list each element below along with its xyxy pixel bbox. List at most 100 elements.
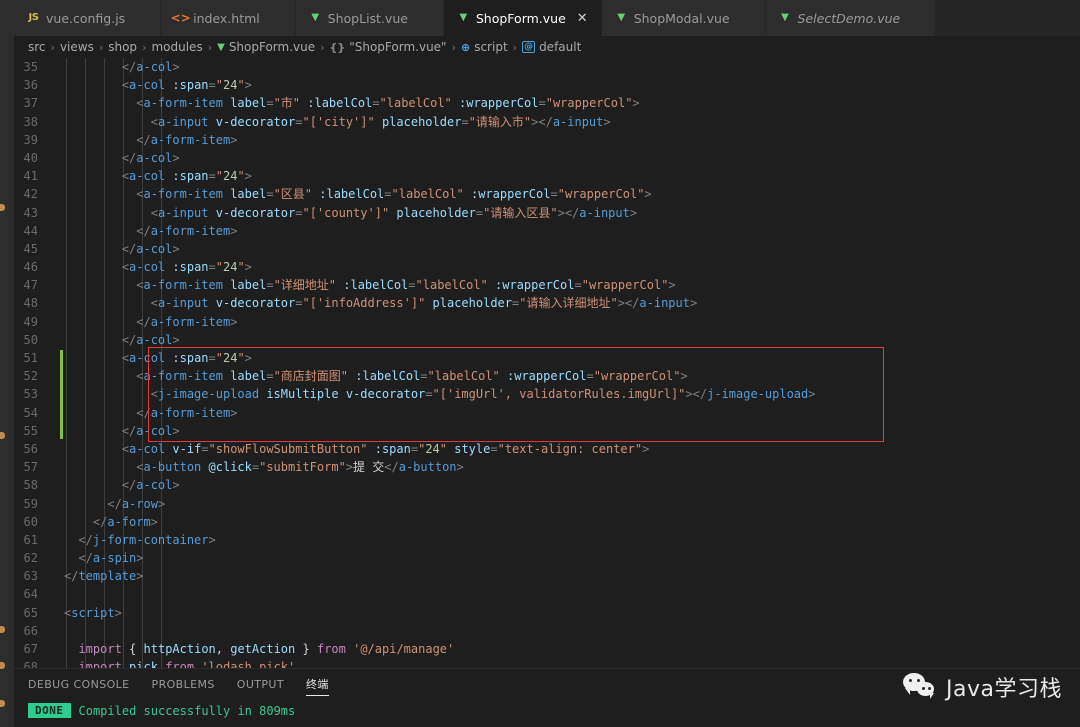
symbol-icon: ⊕ [460,40,471,54]
code-line-text: <a-form-item label="区县" :labelCol="label… [136,187,652,202]
panel-tab-终端[interactable]: 终端 [306,676,329,696]
code-line[interactable]: 37 <a-form-item label="市" :labelCol="lab… [0,94,1080,112]
code-line-text: <a-input v-decorator="['city']" placehol… [150,114,611,129]
editor-tab-label: SelectDemo.vue [797,10,901,26]
code-line[interactable]: 50 </a-col> [0,331,1080,349]
panel-tab-problems[interactable]: PROBLEMS [152,678,215,695]
code-line-text: </a-col> [121,423,180,438]
html-icon: <> [170,11,191,25]
code-line[interactable]: 36 <a-col :span="24"> [0,76,1080,94]
code-line[interactable]: 62 </a-spin> [0,549,1080,567]
code-line[interactable]: 41 <a-col :span="24"> [0,167,1080,185]
code-line[interactable]: 42 <a-form-item label="区县" :labelCol="la… [0,185,1080,203]
breadcrumb-item-shopform-vue[interactable]: {} "ShopForm.vue" [330,40,447,54]
code-line[interactable]: 66 [0,622,1080,640]
code-line[interactable]: 54 </a-form-item> [0,404,1080,422]
breadcrumb-item-modules[interactable]: modules [151,40,202,54]
code-line[interactable]: 64 [0,585,1080,603]
editor-tab-shopform-vue[interactable]: ▼ ShopForm.vue ✕ [443,0,602,36]
breadcrumb-separator: › [207,40,213,54]
editor-tab-label: ShopForm.vue [475,10,566,26]
code-line[interactable]: 65 <script> [0,604,1080,622]
code-line[interactable]: 47 <a-form-item label="详细地址" :labelCol="… [0,276,1080,294]
code-line[interactable]: 60 </a-form> [0,513,1080,531]
breadcrumb-item-src[interactable]: src [28,40,46,54]
code-line[interactable]: 38 <a-input v-decorator="['city']" place… [0,113,1080,131]
activity-marker [0,662,5,669]
breadcrumb-separator: › [98,40,104,54]
code-line[interactable]: 68 import pick from 'lodash.pick' [0,658,1080,668]
breadcrumb-label: default [539,40,582,54]
activity-marker [0,626,5,633]
code-line[interactable]: 43 <a-input v-decorator="['county']" pla… [0,204,1080,222]
breadcrumb-item-default[interactable]: @ default [522,40,581,54]
code-line-text: </a-form-item> [136,314,238,329]
editor-tab-selectdemo-vue[interactable]: ▼SelectDemo.vue✕ [765,0,937,36]
panel-tab-output[interactable]: OUTPUT [237,678,284,695]
breadcrumb-separator: › [451,40,456,54]
close-icon[interactable]: ✕ [577,12,588,25]
code-line-text: <a-col :span="24"> [121,78,252,93]
code-line[interactable]: 46 <a-col :span="24"> [0,258,1080,276]
breadcrumb-label: "ShopForm.vue" [349,40,447,54]
code-line[interactable]: 51 <a-col :span="24"> [0,349,1080,367]
activity-bar-edge [0,0,14,727]
vue-icon: ▼ [217,41,225,53]
breadcrumb-item-shopform-vue[interactable]: ▼ ShopForm.vue [217,40,315,54]
code-line-text: </a-col> [121,241,180,256]
build-status-badge: DONE [28,703,71,718]
code-line[interactable]: 59 </a-row> [0,495,1080,513]
code-line[interactable]: 58 </a-col> [0,476,1080,494]
editor-tab-shopmodal-vue[interactable]: ▼ShopModal.vue✕ [601,0,766,36]
code-line-text: <a-col :span="24"> [121,351,252,365]
breadcrumb-label: ShopForm.vue [228,40,316,54]
editor-tab-shoplist-vue[interactable]: ▼ShopList.vue✕ [295,0,444,36]
code-content[interactable]: 35 </a-col> 36 <a-col :span="24"> 37 <a-fo… [0,58,1080,668]
code-line-text: </template> [64,569,144,584]
code-line-text: </a-col> [121,478,180,493]
code-line[interactable]: 39 </a-form-item> [0,131,1080,149]
code-line[interactable]: 40 </a-col> [0,149,1080,167]
code-line[interactable]: 67 import { httpAction, getAction } from… [0,640,1080,658]
code-line-text: <a-form-item label="详细地址" :labelCol="lab… [136,278,676,293]
code-line-text: <a-col :span="24"> [121,260,252,275]
panel-tab-debug-console[interactable]: DEBUG CONSOLE [28,678,130,695]
vue-icon: ▼ [459,12,468,23]
code-line[interactable]: 56 <a-col v-if="showFlowSubmitButton" :s… [0,440,1080,458]
breadcrumb-item-views[interactable]: views [60,40,94,54]
editor-tab-bar: JS vue.config.js ✕ <>index.html✕ ▼ ShopList.v… [0,0,1080,36]
editor-tab-label: ShopList.vue [327,10,408,26]
code-line[interactable]: 63 </template> [0,567,1080,585]
code-line[interactable]: 45 </a-col> [0,240,1080,258]
code-line[interactable]: 44 </a-form-item> [0,222,1080,240]
breadcrumb-item-shop[interactable]: shop [108,40,137,54]
breadcrumb-item-script[interactable]: ⊕ script [461,40,508,54]
js-icon: JS [28,12,39,23]
code-line-text: </a-col> [121,60,180,74]
breadcrumb-separator: › [142,40,147,54]
code-line-text: <a-form-item label="市" :labelCol="labelC… [136,96,640,111]
code-line-text: <a-input v-decorator="['infoAddress']" p… [150,296,698,311]
watermark: Java学习栈 [903,671,1062,703]
code-line[interactable]: 61 </j-form-container> [0,531,1080,549]
code-line-text: <a-col :span="24"> [121,169,252,184]
code-line[interactable]: 52 <a-form-item label="商店封面图" :labelCol=… [0,367,1080,385]
code-line-text: </a-form-item> [136,132,238,147]
code-line[interactable]: 49 </a-form-item> [0,313,1080,331]
wechat-icon [903,673,937,701]
code-line[interactable]: 57 <a-button @click="submitForm">提 交</a-… [0,458,1080,476]
code-line[interactable]: 55 </a-col> [0,422,1080,440]
breadcrumb-separator: › [320,40,325,54]
code-editor[interactable]: 35 </a-col> 36 <a-col :span="24"> 37 <a-fo… [0,58,1080,668]
breadcrumb-label: modules [151,40,203,54]
editor-tab-vue-config-js[interactable]: JSvue.config.js✕ [14,0,162,36]
code-line[interactable]: 48 <a-input v-decorator="['infoAddress']… [0,294,1080,312]
breadcrumb-label: script [474,40,508,54]
activity-marker [0,432,5,439]
code-line[interactable]: 53 <j-image-upload isMultiple v-decorato… [0,385,1080,403]
code-line[interactable]: 35 </a-col> [0,58,1080,76]
code-line-text: <j-image-upload isMultiple v-decorator="… [150,387,816,402]
breadcrumb-label: shop [108,40,138,54]
code-line-text: </a-col> [121,150,180,165]
editor-tab-index-html[interactable]: <>index.html✕ [161,0,296,36]
